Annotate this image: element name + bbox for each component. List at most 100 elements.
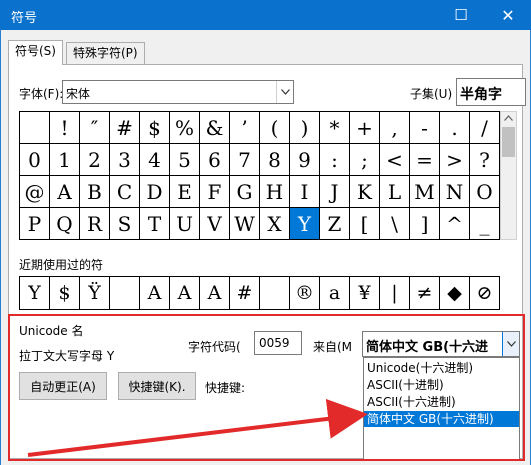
symbol-cell[interactable]: Q [50,208,80,239]
recent-symbol-cell[interactable] [110,277,140,309]
symbol-cell[interactable]: ) [290,112,320,144]
char-code-input[interactable]: 0059 [254,331,302,355]
recent-symbol-cell[interactable]: ® [290,277,320,309]
recent-symbol-cell[interactable]: ◆ [440,277,470,309]
symbol-cell[interactable]: < [380,144,410,176]
recent-symbol-cell[interactable]: ¥ [350,277,380,309]
symbol-cell[interactable]: K [350,176,380,208]
symbol-cell[interactable]: 9 [290,144,320,176]
symbol-cell-selected[interactable]: Y [290,208,320,239]
symbol-cell[interactable]: F [200,176,230,208]
recent-symbol-cell[interactable]: Y [20,277,50,309]
recent-symbol-cell[interactable]: | [380,277,410,309]
symbol-grid[interactable]: ! ″ # $% &’() * +, -./ 0 1 2 3 4 5 6 7 8 9:; < = >? @ A B C D E F G H… [19,111,500,240]
recent-symbol-cell[interactable]: Ÿ [80,277,110,309]
symbol-cell[interactable]: T [140,208,170,239]
symbol-cell[interactable]: $ [140,112,170,144]
symbol-cell[interactable]: # [110,112,140,144]
recent-symbol-cell[interactable]: A [200,277,230,309]
maximize-button[interactable]: ☐ [438,0,484,30]
symbol-cell[interactable]: ( [260,112,290,144]
symbol-cell[interactable]: I [290,176,320,208]
symbol-cell[interactable]: B [80,176,110,208]
symbol-cell[interactable]: * [320,112,350,144]
recent-symbols[interactable]: Y $ Ÿ A A A # ® a ¥ | ≠ ◆ ⊘ [19,276,500,310]
symbol-cell[interactable]: J [320,176,350,208]
symbol-cell[interactable]: % [170,112,200,144]
symbol-cell[interactable]: W [230,208,260,239]
encoding-option[interactable]: ASCII(十进制) [364,377,519,393]
symbol-cell[interactable]: L [380,176,410,208]
symbol-cell[interactable]: 1 [50,144,80,176]
symbol-cell[interactable]: , [380,112,410,144]
symbol-cell[interactable]: 5 [170,144,200,176]
symbol-cell[interactable]: 0 [20,144,50,176]
symbol-cell[interactable]: & [200,112,230,144]
symbol-cell[interactable]: H [260,176,290,208]
symbol-cell[interactable]: G [230,176,260,208]
chevron-down-icon[interactable] [502,332,519,356]
autocorrect-button[interactable]: 自动更正(A) [19,372,107,400]
symbol-cell[interactable]: ’ [230,112,260,144]
recent-symbol-cell[interactable]: a [320,277,350,309]
symbol-cell[interactable]: ^ [440,208,470,239]
recent-symbol-cell[interactable]: ≠ [410,277,440,309]
encoding-option-selected[interactable]: 简体中文 GB(十六进制) [364,411,519,427]
recent-symbol-cell[interactable] [260,277,290,309]
symbol-cell[interactable]: \ [380,208,410,239]
symbol-cell[interactable]: ] [410,208,440,239]
symbol-cell[interactable]: : [320,144,350,176]
encoding-dropdown-list[interactable]: Unicode(十六进制) ASCII(十进制) ASCII(十六进制) 简体中… [363,357,520,460]
recent-symbol-cell[interactable]: A [170,277,200,309]
recent-symbol-cell[interactable]: A [140,277,170,309]
symbol-cell[interactable]: O [470,176,499,208]
grid-scrollbar[interactable] [500,111,517,240]
symbol-cell[interactable] [20,112,50,144]
symbol-cell[interactable]: 3 [110,144,140,176]
symbol-cell[interactable]: - [410,112,440,144]
chevron-down-icon[interactable] [276,81,293,103]
recent-symbol-cell[interactable]: # [230,277,260,309]
symbol-cell[interactable]: X [260,208,290,239]
symbol-cell[interactable]: U [170,208,200,239]
symbol-cell[interactable]: + [350,112,380,144]
shortcut-key-button[interactable]: 快捷键(K). [118,372,196,400]
symbol-cell[interactable]: M [410,176,440,208]
symbol-cell[interactable]: 4 [140,144,170,176]
tab-special-characters[interactable]: 特殊字符(P) [66,42,145,64]
symbol-cell[interactable]: Z [320,208,350,239]
symbol-cell[interactable]: 6 [200,144,230,176]
symbol-cell[interactable]: D [140,176,170,208]
symbol-cell[interactable]: ! [50,112,80,144]
symbol-cell[interactable]: @ [20,176,50,208]
symbol-cell[interactable]: S [110,208,140,239]
scrollbar-thumb[interactable] [502,127,515,157]
symbol-cell[interactable]: A [50,176,80,208]
symbol-cell[interactable]: [ [350,208,380,239]
symbol-cell[interactable]: = [410,144,440,176]
recent-symbol-cell[interactable]: $ [50,277,80,309]
encoding-option[interactable]: Unicode(十六进制) [364,360,519,376]
symbol-cell[interactable]: C [110,176,140,208]
encoding-option[interactable]: ASCII(十六进制) [364,394,519,410]
symbol-cell[interactable]: R [80,208,110,239]
symbol-cell[interactable]: V [200,208,230,239]
symbol-cell[interactable]: 7 [230,144,260,176]
recent-symbol-cell[interactable]: ⊘ [470,277,500,309]
symbol-cell[interactable]: ; [350,144,380,176]
encoding-select[interactable]: 简体中文 GB(十六进 [362,331,520,357]
symbol-cell[interactable]: ? [470,144,499,176]
tab-symbols[interactable]: 符号(S) [8,40,63,65]
symbol-cell[interactable]: ″ [80,112,110,144]
symbol-cell[interactable]: E [170,176,200,208]
symbol-cell[interactable]: P [20,208,50,239]
symbol-cell[interactable]: . [440,112,470,144]
symbol-cell[interactable]: / [470,112,499,144]
symbol-cell[interactable]: _ [470,208,499,239]
font-select[interactable]: 宋体 [62,80,294,104]
symbol-cell[interactable]: > [440,144,470,176]
close-button[interactable]: ✕ [485,0,531,30]
subset-select[interactable]: 半角字 [456,78,526,106]
symbol-cell[interactable]: 8 [260,144,290,176]
symbol-cell[interactable]: N [440,176,470,208]
